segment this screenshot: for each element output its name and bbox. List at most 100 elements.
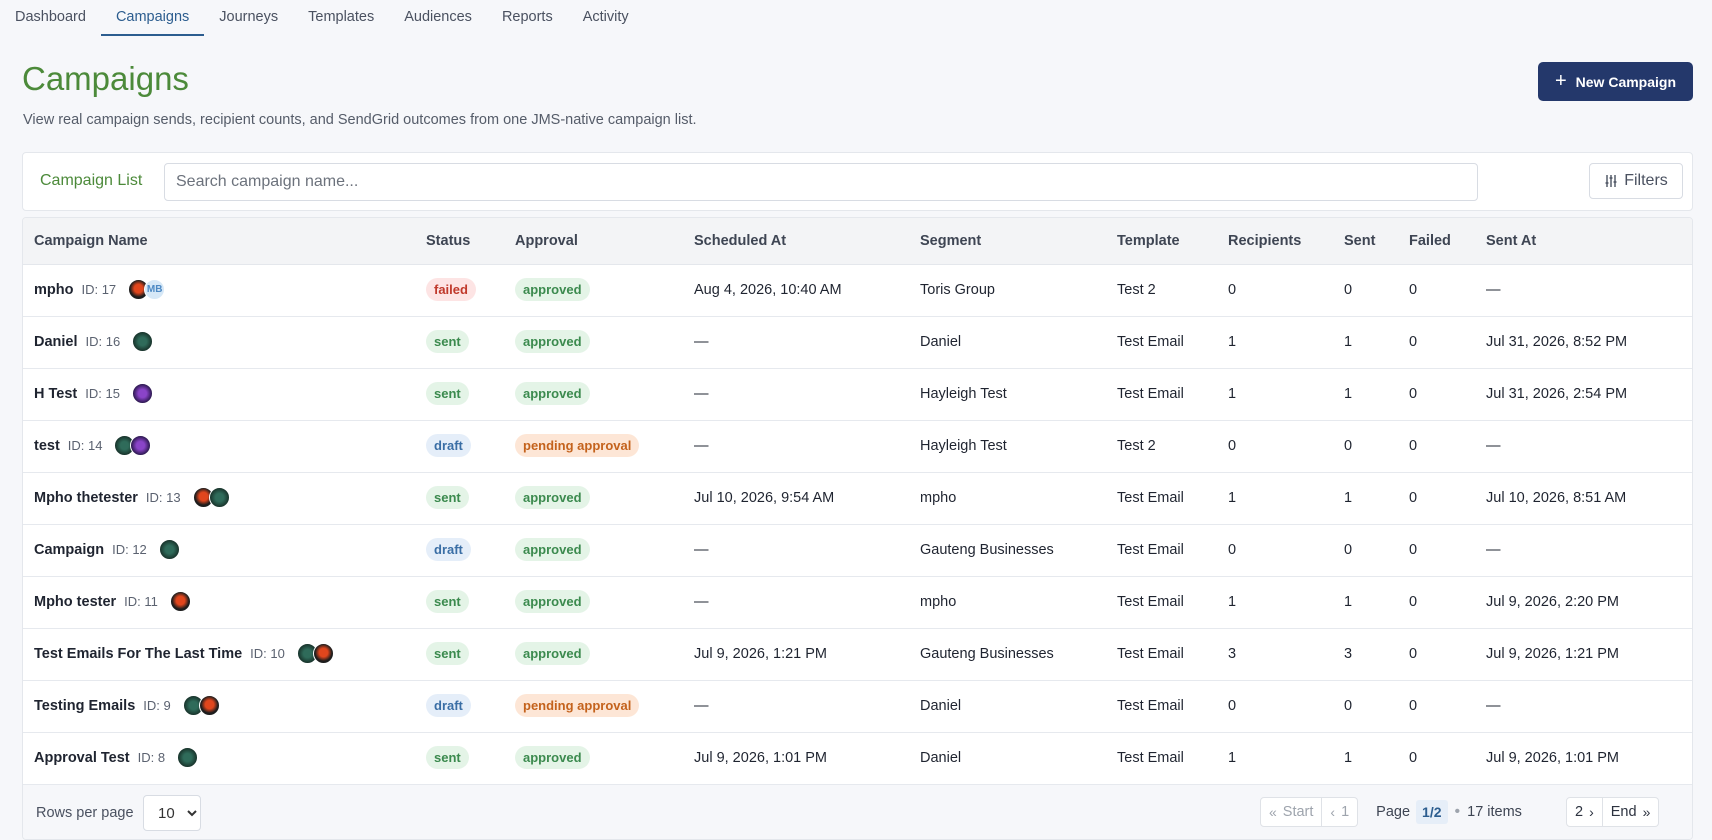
segment: Hayleigh Test [920,386,1007,402]
table-body: mpho ID: 17 MB failed approved Aug 4, 2026, 1… [23,265,1692,785]
campaign-name[interactable]: Approval Test [34,750,130,766]
approval-badge: pending approval [515,434,640,457]
table-row[interactable]: Testing Emails ID: 9 draft pending approval… [23,681,1692,733]
status-cell: draft [426,694,471,717]
col-recipients[interactable]: Recipients [1228,233,1301,249]
avatar-group [192,487,230,508]
table-row[interactable]: Test Emails For The Last Time ID: 10 sent a… [23,629,1692,681]
tab-journeys[interactable]: Journeys [204,0,293,36]
col-failed[interactable]: Failed [1409,233,1451,249]
campaign-name[interactable]: Mpho thetester [34,490,138,506]
sent-at: — [1486,698,1501,714]
plus-icon: + [1554,69,1567,92]
approval-cell: pending approval [515,694,640,717]
campaign-name[interactable]: Daniel [34,334,78,350]
separator-dot: • [1454,803,1461,820]
segment: Daniel [920,750,962,766]
sent-at: — [1486,282,1501,298]
table-row[interactable]: H Test ID: 15 sent approved — Hayleigh Test Te… [23,369,1692,421]
failed-count: 0 [1409,438,1418,454]
scheduled-at: — [694,698,709,714]
avatar [169,591,191,612]
col-segment[interactable]: Segment [920,233,981,249]
failed-count: 0 [1409,698,1418,714]
table-row[interactable]: test ID: 14 draft pending approval — Hayleigh… [23,421,1692,473]
template: Test Email [1117,646,1184,662]
avatar-group [182,695,220,716]
tab-campaigns[interactable]: Campaigns [100,0,205,36]
campaign-name[interactable]: Test Emails For The Last Time [34,646,242,662]
filters-button[interactable]: Filters [1589,163,1683,199]
template: Test Email [1117,334,1184,350]
campaign-id: ID: 16 [85,334,121,349]
campaign-name[interactable]: Mpho tester [34,594,116,610]
col-sent-at[interactable]: Sent At [1486,233,1536,249]
table-row[interactable]: mpho ID: 17 MB failed approved Aug 4, 2026, 1… [23,265,1692,317]
template: Test Email [1117,490,1184,506]
table-row[interactable]: Mpho tester ID: 11 sent approved — mpho Test E… [23,577,1692,629]
campaign-name[interactable]: H Test [34,386,77,402]
campaign-name-cell: test ID: 14 [34,435,152,456]
status-cell: failed [426,278,476,301]
rows-per-page-select[interactable]: 10 [143,795,201,831]
table-row[interactable]: Mpho thetester ID: 13 sent approved Jul 10, … [23,473,1692,525]
failed-count: 0 [1409,594,1418,610]
approval-cell: approved [515,486,590,509]
campaign-name[interactable]: Testing Emails [34,698,135,714]
end-button[interactable]: End » [1602,797,1660,827]
table-row[interactable]: Campaign ID: 12 draft approved — Gauteng Busi… [23,525,1692,577]
recipients: 1 [1228,490,1237,506]
status-cell: draft [426,538,471,561]
col-template[interactable]: Template [1117,233,1180,249]
campaign-name-cell: Test Emails For The Last Time ID: 10 [34,643,334,664]
new-campaign-button[interactable]: + New Campaign [1538,62,1693,101]
status-cell: draft [426,434,471,457]
sent-count: 1 [1344,750,1353,766]
sent-count: 3 [1344,646,1353,662]
next-page-button[interactable]: 2 › [1566,797,1603,827]
sent-count: 0 [1344,282,1353,298]
campaign-name[interactable]: Campaign [34,542,104,558]
segment: mpho [920,490,957,506]
campaign-name-cell: Testing Emails ID: 9 [34,695,220,716]
scheduled-at: — [694,542,709,558]
status-badge: sent [426,746,469,769]
tab-audiences[interactable]: Audiences [389,0,487,36]
approval-badge: approved [515,486,590,509]
search-input[interactable] [164,163,1478,201]
tab-templates[interactable]: Templates [293,0,389,36]
approval-badge: approved [515,330,590,353]
start-button[interactable]: « Start [1260,797,1323,827]
filters-label: Filters [1624,172,1668,189]
col-scheduled-at[interactable]: Scheduled At [694,233,786,249]
prev-page-button[interactable]: ‹ 1 [1322,797,1359,827]
approval-badge: approved [515,278,590,301]
tab-dashboard[interactable]: Dashboard [0,0,101,36]
campaign-name-cell: Approval Test ID: 8 [34,747,199,768]
col-campaign-name[interactable]: Campaign Name [34,233,148,249]
recipients: 1 [1228,334,1237,350]
tab-reports[interactable]: Reports [487,0,568,36]
next-page-label: 2 [1575,804,1584,820]
campaign-name[interactable]: mpho [34,282,73,298]
col-sent[interactable]: Sent [1344,233,1375,249]
status-badge: sent [426,382,469,405]
table-row[interactable]: Approval Test ID: 8 sent approved Jul 9, 202… [23,733,1692,785]
campaign-name[interactable]: test [34,438,60,454]
col-status[interactable]: Status [426,233,470,249]
tab-activity[interactable]: Activity [568,0,644,36]
segment: Gauteng Businesses [920,646,1054,662]
scheduled-at: Aug 4, 2026, 10:40 AM [694,282,842,298]
recipients: 1 [1228,750,1237,766]
campaign-id: ID: 8 [137,750,166,765]
pager-right: 2 › End » [1566,797,1660,827]
table-row[interactable]: Daniel ID: 16 sent approved — Daniel Test Emai… [23,317,1692,369]
sent-count: 0 [1344,698,1353,714]
avatar-group [177,747,199,768]
template: Test Email [1117,542,1184,558]
status-badge: sent [426,330,469,353]
failed-count: 0 [1409,750,1418,766]
campaign-name-cell: Mpho tester ID: 11 [34,591,191,612]
chevron-left-icon: ‹ [1330,804,1336,820]
col-approval[interactable]: Approval [515,233,578,249]
